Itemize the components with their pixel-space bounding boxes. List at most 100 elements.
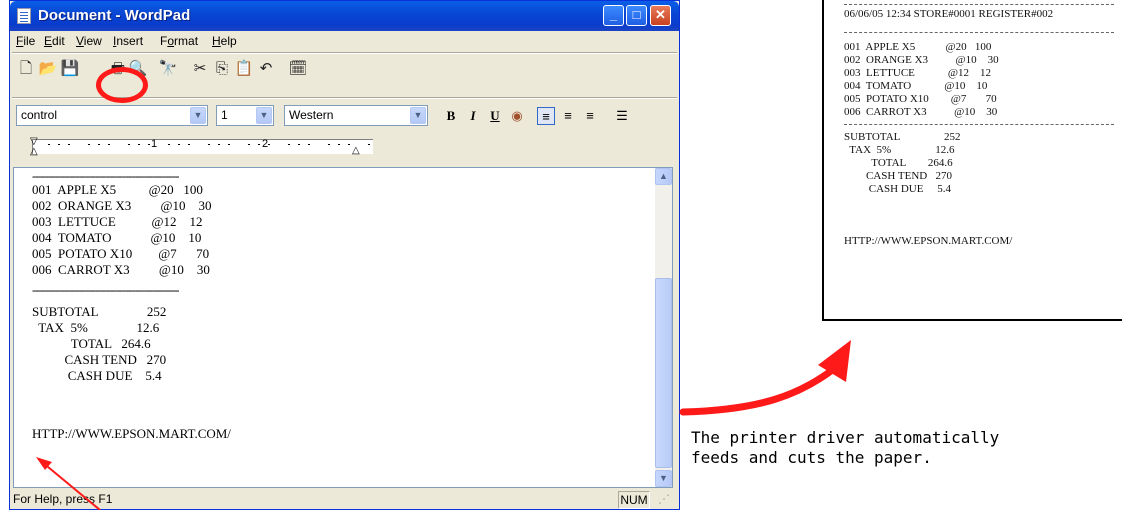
status-help-text: For Help, press F1 [13, 492, 113, 506]
receipt-total: TOTAL 264.6 [844, 157, 953, 169]
ruler-tick [88, 144, 90, 145]
doc-line-tax: TAX 5% 12.6 [32, 320, 160, 335]
document-editor[interactable]: ----------------------------------------… [13, 167, 673, 488]
ruler-tick [298, 144, 300, 145]
align-center-button[interactable]: ≡ [559, 107, 577, 125]
receipt-dashes-header [844, 32, 1114, 33]
chevron-down-icon[interactable]: ▼ [256, 107, 272, 124]
left-indent-marker[interactable]: ▽ △ [30, 137, 38, 157]
color-palette-icon[interactable]: ◉ [508, 107, 526, 125]
ruler-tick [348, 144, 350, 145]
menu-insert[interactable]: Insert [113, 34, 143, 48]
ruler-tick [338, 144, 340, 145]
curved-arrow-to-receipt [679, 340, 851, 416]
chevron-down-icon[interactable]: ▼ [410, 107, 426, 124]
receipt-item-5: 005 POTATO X10 @7 70 [844, 93, 997, 105]
receipt-item-1: 001 APPLE X5 @20 100 [844, 41, 992, 53]
close-button[interactable]: ✕ [650, 5, 671, 26]
minimize-icon: _ [609, 7, 618, 22]
receipt-cash-due: CASH DUE 5.4 [844, 183, 951, 195]
ruler-tick [328, 144, 330, 145]
undo-icon[interactable]: ↶ [256, 59, 276, 79]
ruler-tick [228, 144, 230, 145]
ruler-tick [178, 144, 180, 145]
print-highlight-circle [96, 67, 148, 103]
doc-line-url: HTTP://WWW.EPSON.MART.COM/ [32, 426, 231, 441]
scrollbar-thumb[interactable] [655, 278, 672, 468]
ruler[interactable]: 1 2 ▽ △ △ [16, 137, 666, 159]
scroll-up-button[interactable]: ▲ [655, 168, 672, 185]
bullets-button[interactable]: ☰ [613, 107, 631, 125]
receipt-item-6: 006 CARROT X3 @10 30 [844, 106, 998, 118]
italic-button[interactable]: I [464, 107, 482, 125]
doc-line-item-4: 004 TOMATO @10 10 [32, 230, 202, 245]
receipt-dashes-mid [844, 124, 1114, 125]
ruler-tick [148, 144, 150, 145]
ruler-tick [368, 144, 370, 145]
ruler-tick [48, 144, 50, 145]
vertical-scrollbar[interactable]: ▲ ▼ [655, 168, 672, 487]
printed-receipt: 06/06/05 12:34 STORE#0001 REGISTER#002 0… [822, 0, 1122, 321]
doc-line-subtotal: SUBTOTAL 252 [32, 304, 167, 319]
underline-button[interactable]: U [486, 107, 504, 125]
ruler-tick [268, 144, 270, 145]
doc-line-total: TOTAL 264.6 [32, 336, 151, 351]
ruler-tick [248, 144, 250, 145]
receipt-header: 06/06/05 12:34 STORE#0001 REGISTER#002 [844, 8, 1054, 20]
doc-line-item-3: 003 LETTUCE @12 12 [32, 214, 203, 229]
doc-line-dashes-mid: ----------------------------------------… [32, 282, 179, 297]
find-icon[interactable]: 🔭 [158, 59, 178, 79]
doc-line-item-6: 006 CARROT X3 @10 30 [32, 262, 210, 277]
menu-help[interactable]: Help [212, 34, 237, 48]
ruler-tick [308, 144, 310, 145]
ruler-tick [188, 144, 190, 145]
script-combo[interactable]: Western ▼ [284, 105, 428, 126]
save-disk-icon[interactable]: 💾 [60, 59, 80, 79]
scroll-down-button[interactable]: ▼ [655, 470, 672, 487]
menu-format[interactable]: Format [160, 34, 198, 48]
cut-icon[interactable]: ✂ [190, 59, 210, 79]
chevron-down-icon[interactable]: ▼ [190, 107, 206, 124]
ruler-tick [138, 144, 140, 145]
ruler-tick [258, 144, 260, 145]
font-size-combo[interactable]: 1 ▼ [216, 105, 274, 126]
menu-view[interactable]: View [76, 34, 102, 48]
menu-bar: File Edit View Insert Format Help [10, 31, 679, 51]
ruler-mark-1: 1 [151, 138, 158, 150]
script-value: Western [289, 108, 334, 122]
resize-grip-icon[interactable]: ⋰ [658, 491, 670, 507]
paste-icon[interactable]: 📋 [234, 59, 254, 79]
receipt-item-3: 003 LETTUCE @12 12 [844, 67, 992, 79]
title-bar[interactable]: Document - WordPad _ □ ✕ [10, 1, 679, 31]
doc-line-cash-due: CASH DUE 5.4 [32, 368, 162, 383]
align-left-button[interactable]: ≡ [537, 107, 555, 125]
open-folder-icon[interactable]: 📂 [38, 59, 58, 79]
maximize-icon: □ [632, 7, 641, 22]
bold-button[interactable]: B [442, 107, 460, 125]
caption-text: The printer driver automatically feeds a… [691, 428, 1000, 467]
font-name-combo[interactable]: control ▼ [16, 105, 208, 126]
date-time-icon[interactable]: 🗓 [288, 59, 308, 79]
status-bar: For Help, press F1 NUM ⋰ [10, 488, 679, 510]
window-title: Document - WordPad [38, 7, 191, 24]
menu-file[interactable]: File [16, 34, 35, 48]
ruler-tick [68, 144, 70, 145]
ruler-tick [98, 144, 100, 145]
doc-line-item-1: 001 APPLE X5 @20 100 [32, 182, 203, 197]
font-name-value: control [21, 108, 58, 122]
wordpad-app-icon[interactable] [17, 8, 31, 24]
ruler-tick [58, 144, 60, 145]
status-num-lock: NUM [618, 491, 650, 509]
maximize-button[interactable]: □ [626, 5, 647, 26]
receipt-item-4: 004 TOMATO @10 10 [844, 80, 988, 92]
right-indent-marker[interactable]: △ [352, 145, 360, 156]
receipt-cash-tend: CASH TEND 270 [844, 170, 952, 182]
new-document-icon[interactable]: 🗋 [16, 59, 36, 79]
align-right-button[interactable]: ≡ [581, 107, 599, 125]
receipt-subtotal: SUBTOTAL 252 [844, 131, 961, 143]
receipt-item-2: 002 ORANGE X3 @10 30 [844, 54, 999, 66]
copy-icon[interactable]: ⎘ [212, 59, 232, 79]
minimize-button[interactable]: _ [603, 5, 624, 26]
menu-edit[interactable]: Edit [44, 34, 65, 48]
receipt-tax: TAX 5% 12.6 [844, 144, 955, 156]
